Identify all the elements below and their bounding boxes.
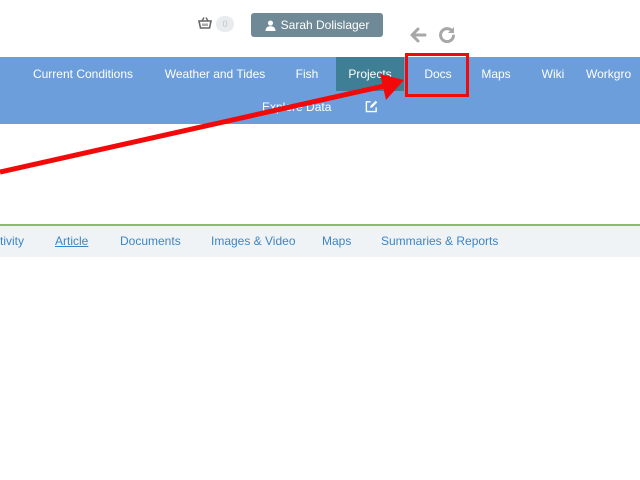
main-navigation: Current Conditions Weather and Tides Fis…	[0, 57, 640, 124]
user-name: Sarah Dolislager	[280, 18, 370, 32]
subnav-activity[interactable]: tivity	[0, 226, 24, 257]
nav-weather-and-tides[interactable]: Weather and Tides	[152, 57, 278, 91]
nav-explore-data[interactable]: Explore Data	[262, 91, 331, 123]
cart-count-badge: 0	[216, 16, 234, 32]
user-account-button[interactable]: Sarah Dolislager	[251, 13, 383, 37]
subnav-maps[interactable]: Maps	[322, 226, 351, 257]
edit-icon[interactable]	[365, 100, 378, 113]
nav-fish[interactable]: Fish	[286, 57, 328, 91]
subnav-documents[interactable]: Documents	[120, 226, 181, 257]
back-arrow-icon[interactable]	[408, 25, 428, 45]
nav-wiki[interactable]: Wiki	[530, 57, 576, 91]
subnav-article[interactable]: Article	[55, 226, 88, 257]
refresh-icon[interactable]	[437, 25, 457, 45]
nav-workgroups[interactable]: Workgro	[586, 57, 640, 91]
nav-maps[interactable]: Maps	[472, 57, 520, 91]
user-icon	[265, 19, 276, 31]
sub-navigation: tivity Article Documents Images & Video …	[0, 226, 640, 257]
nav-current-conditions[interactable]: Current Conditions	[18, 57, 148, 91]
cart[interactable]: 0	[197, 14, 235, 34]
subnav-images-video[interactable]: Images & Video	[211, 226, 296, 257]
cart-icon	[198, 17, 212, 29]
subnav-summaries-reports[interactable]: Summaries & Reports	[381, 226, 498, 257]
annotation-highlight-box	[405, 53, 469, 97]
nav-projects[interactable]: Projects	[336, 57, 404, 91]
